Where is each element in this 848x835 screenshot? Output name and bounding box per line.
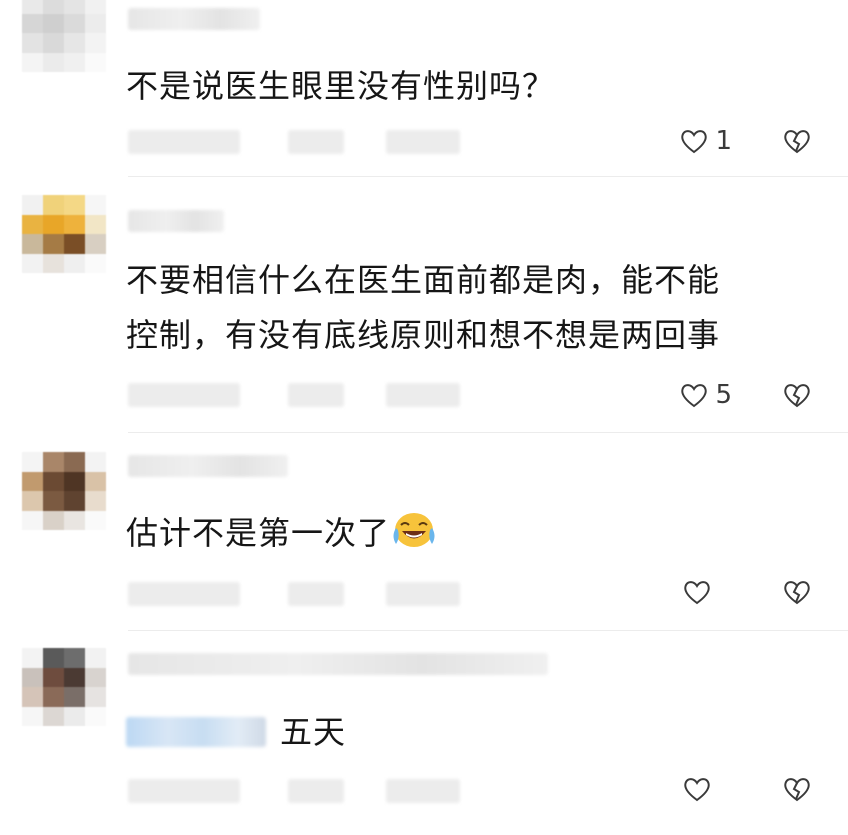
comment-meta-blurred	[288, 582, 344, 606]
comment-meta-blurred	[128, 383, 240, 407]
comment-meta-blurred	[288, 779, 344, 803]
reply-button-blurred[interactable]	[386, 130, 460, 154]
comment-text: 五天	[126, 702, 346, 762]
heart-icon[interactable]	[682, 775, 712, 803]
comment-text-content: 估计不是第一次了	[126, 514, 391, 552]
broken-heart-icon[interactable]	[782, 775, 812, 803]
like-count: 1	[715, 126, 732, 156]
comment-meta-blurred	[288, 383, 344, 407]
heart-icon[interactable]	[679, 381, 709, 409]
comment-meta-blurred	[288, 130, 344, 154]
avatar[interactable]	[22, 648, 106, 726]
like-button[interactable]: 5	[679, 380, 732, 410]
like-button[interactable]	[682, 578, 732, 606]
comment-text-line-2: 控制，有没有底线原则和想不想是两回事	[126, 316, 721, 354]
avatar[interactable]	[22, 0, 106, 72]
reply-button-blurred[interactable]	[386, 383, 460, 407]
divider	[128, 176, 848, 177]
comment-text: 不是说医生眼里没有性别吗？	[126, 67, 556, 105]
username-blurred[interactable]	[128, 8, 260, 30]
divider	[128, 630, 848, 631]
reply-button-blurred[interactable]	[386, 779, 460, 803]
avatar[interactable]	[22, 452, 106, 530]
comment-actions: 1	[679, 126, 812, 156]
broken-heart-icon[interactable]	[782, 127, 812, 155]
username-blurred[interactable]	[128, 653, 548, 675]
comment-meta-blurred	[128, 130, 240, 154]
heart-icon[interactable]	[679, 127, 709, 155]
comment-text-content: 五天	[280, 713, 347, 751]
broken-heart-icon[interactable]	[782, 381, 812, 409]
like-button[interactable]	[682, 775, 732, 803]
broken-heart-icon[interactable]	[782, 578, 812, 606]
like-button[interactable]: 1	[679, 126, 732, 156]
username-blurred[interactable]	[128, 210, 224, 232]
comment-actions	[682, 578, 812, 606]
comment-text-line-1: 不要相信什么在医生面前都是肉，能不能	[126, 261, 721, 299]
comment-actions: 5	[679, 380, 812, 410]
comment-meta-blurred	[128, 779, 240, 803]
heart-icon[interactable]	[682, 578, 712, 606]
like-count: 5	[715, 380, 732, 410]
reply-button-blurred[interactable]	[386, 582, 460, 606]
username-blurred[interactable]	[128, 455, 288, 477]
blurred-text	[126, 717, 266, 747]
comment-text: 估计不是第一次了	[126, 503, 436, 563]
comment-meta-blurred	[128, 582, 240, 606]
avatar[interactable]	[22, 195, 106, 273]
divider	[128, 432, 848, 433]
comment-actions	[682, 775, 812, 803]
laughing-crying-emoji-icon	[392, 510, 436, 550]
